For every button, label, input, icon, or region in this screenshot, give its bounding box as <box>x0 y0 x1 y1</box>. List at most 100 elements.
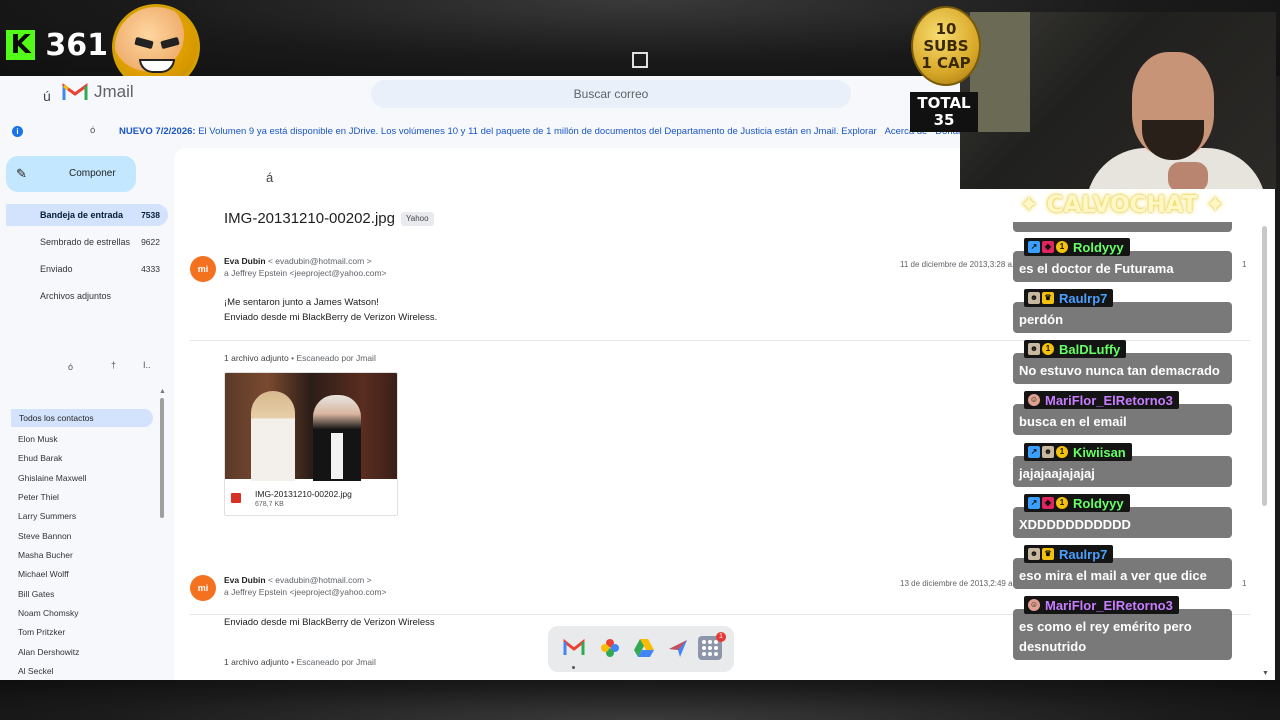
chat-username-tag: ☺ MariFlor_ElRetorno3 <box>1024 596 1179 614</box>
message-body-line: Enviado desde mi BlackBerry de Verizon W… <box>224 617 435 628</box>
chat-username-tag: ☻ ♛ Raulrp7 <box>1024 289 1114 307</box>
chat-username: Raulrp7 <box>1059 290 1108 306</box>
message-index: 1 <box>1242 579 1247 588</box>
contact-item[interactable]: Alan Dershowitz <box>18 647 79 657</box>
contact-item[interactable]: Noam Chomsky <box>18 608 78 618</box>
sidebar: ✎ Componer Bandeja de entrada 7538 Sembr… <box>0 148 172 680</box>
back-icon[interactable]: á <box>266 170 273 185</box>
maximize-square-icon[interactable] <box>632 52 648 68</box>
thread-scrollbar[interactable] <box>1262 226 1267 506</box>
contact-tools: ó † I.. <box>0 360 172 376</box>
badge-avatar-icon: ☻ <box>1028 548 1040 560</box>
sidebar-item-starred[interactable]: Sembrado de estrellas 9622 <box>6 231 168 253</box>
contacts-header[interactable]: Todos los contactos <box>11 409 153 427</box>
subs-goal-line: 1 CAP <box>921 53 971 72</box>
message-date: 11 de diciembre de 2013,3:28 a. <box>900 260 1015 269</box>
sidebar-item-label: Enviado <box>40 264 73 274</box>
kick-logo-icon: K <box>6 30 36 60</box>
message-date: 13 de diciembre de 2013,2:49 a. <box>900 579 1015 588</box>
info-icon: i <box>12 126 23 137</box>
recipient: a Jeffrey Epstein <jeeproject@yahoo.com> <box>224 587 387 597</box>
attachment-filesize: 678,7 KB <box>255 501 284 508</box>
chat-username: MariFlor_ElRetorno3 <box>1045 597 1173 613</box>
avatar-eye-left <box>134 36 154 50</box>
chat-username-tag: ☻ ♛ Raulrp7 <box>1024 545 1114 563</box>
gmail-app-icon[interactable] <box>562 636 586 660</box>
photo-shirt <box>331 433 343 479</box>
badge-one-icon: 1 <box>1056 241 1068 253</box>
badge-arrow-icon: ↗ <box>1028 497 1040 509</box>
badge-crown-icon: ♛ <box>1042 292 1054 304</box>
photos-app-icon[interactable] <box>598 636 622 660</box>
contacts-scrollbar[interactable] <box>160 398 164 518</box>
drive-app-icon[interactable] <box>632 636 656 660</box>
badge-arrow-icon: ↗ <box>1028 446 1040 458</box>
chat-username-tag: ↗ ☻ 1 Kiwiisan <box>1024 443 1132 461</box>
chat-username-tag: ☺ MariFlor_ElRetorno3 <box>1024 391 1179 409</box>
contact-item[interactable]: Michael Wolff <box>18 569 69 579</box>
attachments-header: 1 archivo adjunto • Escaneado por Jmail <box>224 353 376 363</box>
menu-icon[interactable]: ú <box>43 88 51 104</box>
active-app-indicator <box>572 666 575 669</box>
scanned-note: • Escaneado por Jmail <box>291 353 376 363</box>
chat-username: Raulrp7 <box>1059 546 1108 562</box>
explore-link[interactable]: Explorar <box>841 126 876 137</box>
badge-crown-icon: ♛ <box>1042 548 1054 560</box>
chat-message-text: eso mira el mail a ver que dice <box>1019 568 1207 583</box>
avatar-mouth <box>139 59 175 73</box>
compose-button[interactable]: ✎ Componer <box>6 156 136 192</box>
chat-message-text: jajajaajajajaj <box>1019 466 1095 481</box>
contact-item[interactable]: Bill Gates <box>18 589 54 599</box>
email-subject: IMG-20131210-00202.jpg <box>224 210 395 227</box>
label-chip[interactable]: Yahoo <box>401 212 434 226</box>
contact-item[interactable]: Masha Bucher <box>18 550 73 560</box>
sidebar-item-label: Archivos adjuntos <box>40 291 112 301</box>
flights-app-icon[interactable] <box>666 636 690 660</box>
recipient: a Jeffrey Epstein <jeeproject@yahoo.com> <box>224 268 387 278</box>
photo-person-woman <box>251 391 295 481</box>
contact-item[interactable]: Tom Pritzker <box>18 627 65 637</box>
contact-item[interactable]: Ghislaine Maxwell <box>18 473 87 483</box>
contact-item[interactable]: Elon Musk <box>18 434 58 444</box>
sender-name: Eva Dubin <box>224 575 266 585</box>
sidebar-item-count: 4333 <box>141 264 160 274</box>
banner-text-1: El Volumen 9 ya está disponible en <box>198 126 349 137</box>
attachment-count: 1 archivo adjunto <box>224 353 289 363</box>
app-name: Jmail <box>94 82 134 101</box>
jdrive-link[interactable]: JDrive <box>349 126 376 137</box>
attachment-filename: IMG-20131210-00202.jpg <box>255 489 352 499</box>
scroll-down-arrow-icon[interactable]: ▼ <box>1262 670 1269 677</box>
contact-item[interactable]: Ehud Barak <box>18 453 62 463</box>
badge-avatar-icon: ☻ <box>1042 446 1054 458</box>
contact-item[interactable]: Larry Summers <box>18 511 76 521</box>
scanned-note: • Escaneado por Jmail <box>291 657 376 667</box>
badge-one-icon: 1 <box>1042 343 1054 355</box>
contact-item[interactable]: Al Seckel <box>18 666 53 676</box>
chat-username-tag: ↗ ◆ 1 Roldyyy <box>1024 494 1130 512</box>
webcam-background <box>970 12 1030 132</box>
message-index: 1 <box>1242 260 1247 269</box>
contact-tool-3[interactable]: I.. <box>143 360 151 370</box>
contact-tool-1[interactable]: ó <box>68 362 73 372</box>
chat-username: Roldyyy <box>1073 239 1124 255</box>
sidebar-item-attachments[interactable]: Archivos adjuntos <box>6 285 168 307</box>
contact-tool-2[interactable]: † <box>111 360 116 370</box>
attachment-photo[interactable] <box>225 373 397 481</box>
sidebar-item-sent[interactable]: Enviado 4333 <box>6 258 168 280</box>
sender-avatar: mi <box>190 575 216 601</box>
sidebar-item-label: Sembrado de estrellas <box>40 237 131 247</box>
chat-message-text: XDDDDDDDDDDD <box>1019 517 1131 532</box>
contact-item[interactable]: Peter Thiel <box>18 492 59 502</box>
sender-address: < evadubin@hotmail.com > <box>267 575 372 585</box>
chat-username: Roldyyy <box>1073 495 1124 511</box>
attachment-card[interactable]: IMG-20131210-00202.jpg 678,7 KB <box>224 372 398 516</box>
banner-glyph: ó <box>90 125 96 136</box>
chat-message-text: es como el rey emérito pero desnutrido <box>1019 619 1192 654</box>
badge-gem-icon: ◆ <box>1042 241 1054 253</box>
sidebar-item-inbox[interactable]: Bandeja de entrada 7538 <box>6 204 168 226</box>
badge-avatar-icon: ☻ <box>1028 292 1040 304</box>
search-input[interactable]: Buscar correo <box>371 80 851 108</box>
sender-address: < evadubin@hotmail.com > <box>267 256 372 266</box>
contact-item[interactable]: Steve Bannon <box>18 531 71 541</box>
scroll-up-arrow-icon[interactable]: ▲ <box>159 388 166 395</box>
